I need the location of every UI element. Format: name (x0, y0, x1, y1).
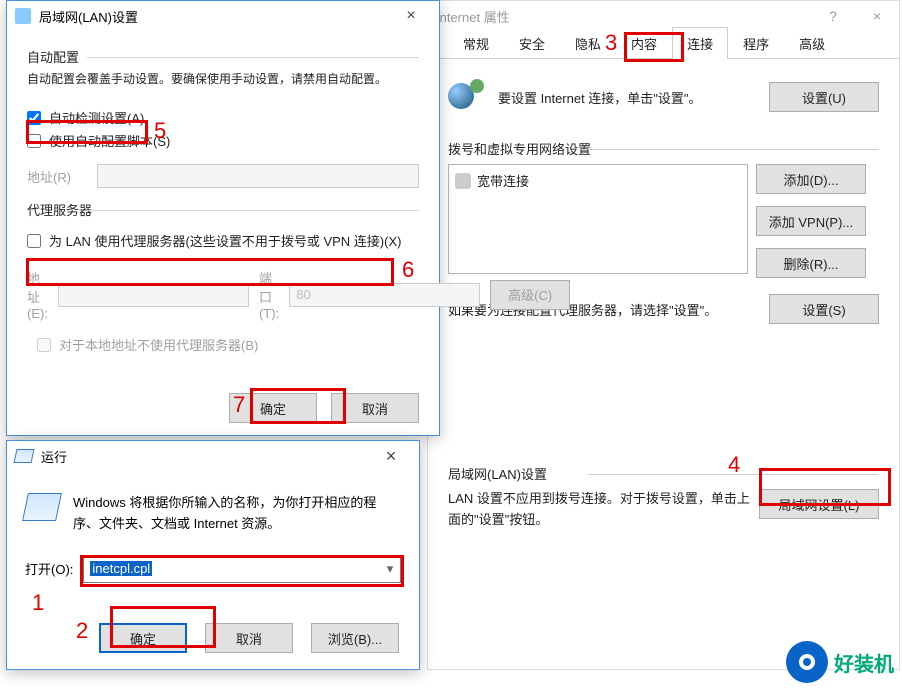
close-button[interactable]: × (371, 446, 411, 467)
app-icon (15, 8, 31, 24)
auto-config-head: 自动配置 (27, 47, 419, 66)
run-description: Windows 将根据你所输入的名称，为你打开相应的程序、文件夹、文档或 Int… (73, 493, 401, 535)
close-button[interactable]: × (855, 2, 899, 30)
bypass-input (37, 338, 51, 352)
browse-button[interactable]: 浏览(B)... (311, 623, 399, 653)
delete-button[interactable]: 删除(R)... (756, 248, 866, 278)
bypass-label: 对于本地地址不使用代理服务器(B) (59, 335, 258, 354)
connection-label: 宽带连接 (477, 171, 529, 190)
open-combobox[interactable]: inetcpl.cpl ▾ (83, 555, 401, 583)
settings-button[interactable]: 设置(S) (769, 294, 879, 324)
tab-general[interactable]: 常规 (448, 27, 504, 59)
auto-detect-input[interactable] (27, 111, 41, 125)
setup-hint: 要设置 Internet 连接，单击"设置"。 (498, 88, 769, 107)
auto-script-label: 使用自动配置脚本(S) (49, 131, 170, 150)
tab-content[interactable]: 内容 (616, 27, 672, 59)
add-vpn-button[interactable]: 添加 VPN(P)... (756, 206, 866, 236)
run-dialog: 运行 × Windows 将根据你所输入的名称，为你打开相应的程序、文件夹、文档… (6, 440, 420, 670)
window-title: 局域网(LAN)设置 (39, 7, 138, 26)
tab-connections[interactable]: 连接 (672, 27, 728, 59)
globe-icon (448, 79, 484, 115)
setup-button[interactable]: 设置(U) (769, 82, 879, 112)
open-label: 打开(O): (25, 559, 73, 578)
watermark: 好装机 (786, 641, 894, 683)
advanced-button: 高级(C) (490, 280, 570, 310)
open-value: inetcpl.cpl (90, 561, 152, 576)
lan-section-head: 局域网(LAN)设置 (448, 464, 879, 483)
close-button[interactable]: × (391, 7, 431, 25)
dial-section-head: 拨号和虚拟专用网络设置 (448, 139, 879, 158)
lan-settings-button[interactable]: 局域网设置(L) (759, 489, 879, 519)
lan-settings-dialog: 局域网(LAN)设置 × 自动配置 自动配置会覆盖手动设置。要确保使用手动设置，… (6, 0, 440, 436)
add-button[interactable]: 添加(D)... (756, 164, 866, 194)
ok-button[interactable]: 确定 (229, 393, 317, 423)
connection-icon (455, 173, 471, 189)
auto-detect-checkbox[interactable]: 自动检测设置(A) (27, 106, 419, 129)
auto-config-note: 自动配置会覆盖手动设置。要确保使用手动设置，请禁用自动配置。 (27, 70, 419, 88)
proxy-address-field (58, 283, 249, 307)
tab-advanced[interactable]: 高级 (784, 27, 840, 59)
window-title: Internet 属性 (436, 7, 510, 26)
address-field (97, 164, 419, 188)
proxy-checkbox[interactable]: 为 LAN 使用代理服务器(这些设置不用于拨号或 VPN 连接)(X) (27, 229, 419, 252)
connection-listbox[interactable]: 宽带连接 (448, 164, 748, 274)
run-icon (14, 449, 35, 463)
internet-properties-window: Internet 属性 ? × 常规 安全 隐私 内容 连接 程序 高级 要设置… (427, 0, 900, 670)
tab-privacy[interactable]: 隐私 (560, 27, 616, 59)
port-label: 端口(T): (259, 268, 279, 321)
cancel-button[interactable]: 取消 (205, 623, 293, 653)
chevron-down-icon[interactable]: ▾ (380, 556, 400, 582)
titlebar: 局域网(LAN)设置 × (7, 1, 439, 31)
proxy-address-label: 地址(E): (27, 268, 48, 321)
titlebar: 运行 × (7, 441, 419, 471)
lan-hint: LAN 设置不应用到拨号连接。对于拨号设置，单击上面的"设置"按钮。 (448, 489, 759, 531)
tab-security[interactable]: 安全 (504, 27, 560, 59)
address-label: 地址(R) (27, 167, 87, 186)
proxy-label: 为 LAN 使用代理服务器(这些设置不用于拨号或 VPN 连接)(X) (49, 231, 401, 250)
eye-icon (786, 641, 828, 683)
window-title: 运行 (41, 447, 67, 466)
auto-script-checkbox[interactable]: 使用自动配置脚本(S) (27, 129, 419, 152)
list-item[interactable]: 宽带连接 (455, 171, 741, 190)
run-big-icon (22, 493, 62, 521)
help-button[interactable]: ? (811, 2, 855, 30)
proxy-input[interactable] (27, 234, 41, 248)
auto-script-input[interactable] (27, 134, 41, 148)
tab-strip: 常规 安全 隐私 内容 连接 程序 高级 (428, 31, 899, 59)
watermark-text: 好装机 (834, 648, 894, 677)
ok-button[interactable]: 确定 (99, 623, 187, 653)
proxy-head: 代理服务器 (27, 200, 419, 219)
port-field (289, 283, 480, 307)
auto-detect-label: 自动检测设置(A) (49, 108, 144, 127)
cancel-button[interactable]: 取消 (331, 393, 419, 423)
tab-programs[interactable]: 程序 (728, 27, 784, 59)
